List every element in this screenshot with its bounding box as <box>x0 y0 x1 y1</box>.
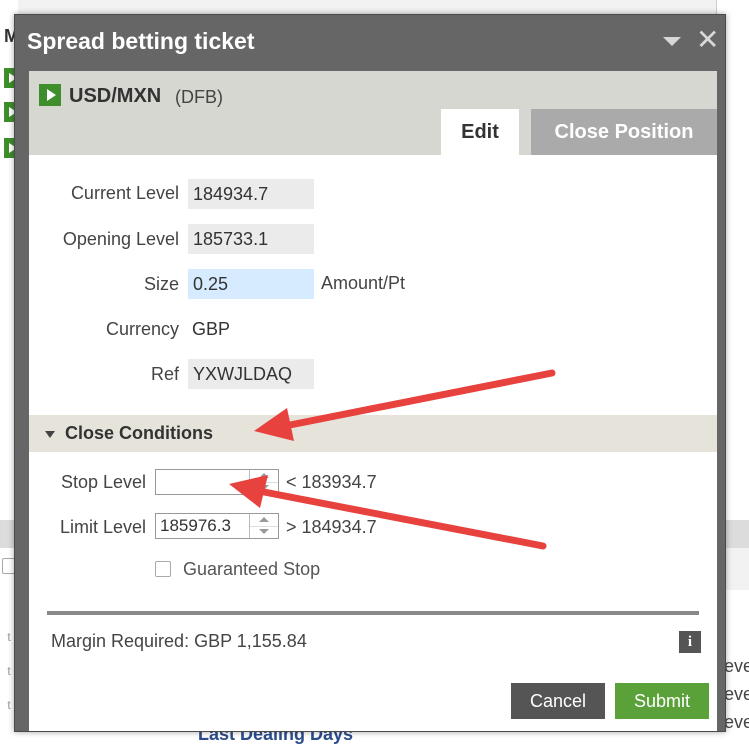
guaranteed-stop-label: Guaranteed Stop <box>183 559 321 579</box>
margin-required: Margin Required: GBP 1,155.84 <box>51 631 307 651</box>
stop-level-spinner <box>249 470 278 494</box>
divider <box>47 611 699 615</box>
ref-value: YXWJLDAQ <box>188 359 314 389</box>
size-input[interactable] <box>188 269 314 299</box>
limit-level-input[interactable] <box>156 514 250 538</box>
guaranteed-stop-checkbox[interactable] <box>155 561 171 577</box>
instrument-type: (DFB) <box>175 87 223 107</box>
limit-level-label: Limit Level <box>59 517 146 537</box>
dialog-titlebar[interactable]: Spread betting ticket ✕ <box>15 15 725 69</box>
instrument-play-icon <box>39 84 61 106</box>
stop-level-decrement-icon[interactable] <box>250 482 278 494</box>
limit-level-stepper <box>155 513 279 539</box>
cancel-button[interactable]: Cancel <box>511 683 605 719</box>
spread-betting-dialog: Spread betting ticket ✕ USD/MXN (DFB) Ed… <box>14 14 726 732</box>
ticket-panel: USD/MXN (DFB) Edit Close Position Curren… <box>29 71 717 731</box>
stop-level-constraint: < 183934.7 <box>286 472 377 492</box>
close-conditions-title: Close Conditions <box>65 423 213 443</box>
currency-label: Currency <box>105 319 179 339</box>
size-label: Size <box>143 274 179 294</box>
stop-level-stepper <box>155 469 279 495</box>
submit-button[interactable]: Submit <box>615 683 709 719</box>
opening-level-value: 185733.1 <box>188 224 314 254</box>
tab-edit[interactable]: Edit <box>441 109 519 155</box>
close-conditions-header[interactable]: Close Conditions <box>29 415 717 452</box>
opening-level-label: Opening Level <box>62 229 179 249</box>
limit-level-constraint: > 184934.7 <box>286 517 377 537</box>
ref-label: Ref <box>150 364 179 384</box>
dialog-title: Spread betting ticket <box>27 28 255 54</box>
background-text: eve <box>724 684 749 704</box>
background-text: eve <box>724 656 749 676</box>
current-level-value: 184934.7 <box>188 179 314 209</box>
limit-level-spinner <box>249 514 278 538</box>
minimize-icon[interactable] <box>663 37 681 46</box>
instrument-name: USD/MXN <box>69 85 162 107</box>
instrument-header: USD/MXN (DFB) Edit Close Position <box>29 71 717 155</box>
stop-level-label: Stop Level <box>60 472 146 492</box>
info-icon[interactable]: i <box>679 631 701 653</box>
tab-close-position[interactable]: Close Position <box>531 109 717 155</box>
current-level-label: Current Level <box>70 183 179 203</box>
stop-level-input[interactable] <box>156 470 250 494</box>
limit-level-decrement-icon[interactable] <box>250 526 278 538</box>
currency-value: GBP <box>192 319 231 339</box>
collapse-triangle-icon <box>45 431 55 438</box>
close-icon[interactable]: ✕ <box>696 26 719 54</box>
size-unit: Amount/Pt <box>321 273 406 293</box>
background-text: eve <box>724 712 749 732</box>
